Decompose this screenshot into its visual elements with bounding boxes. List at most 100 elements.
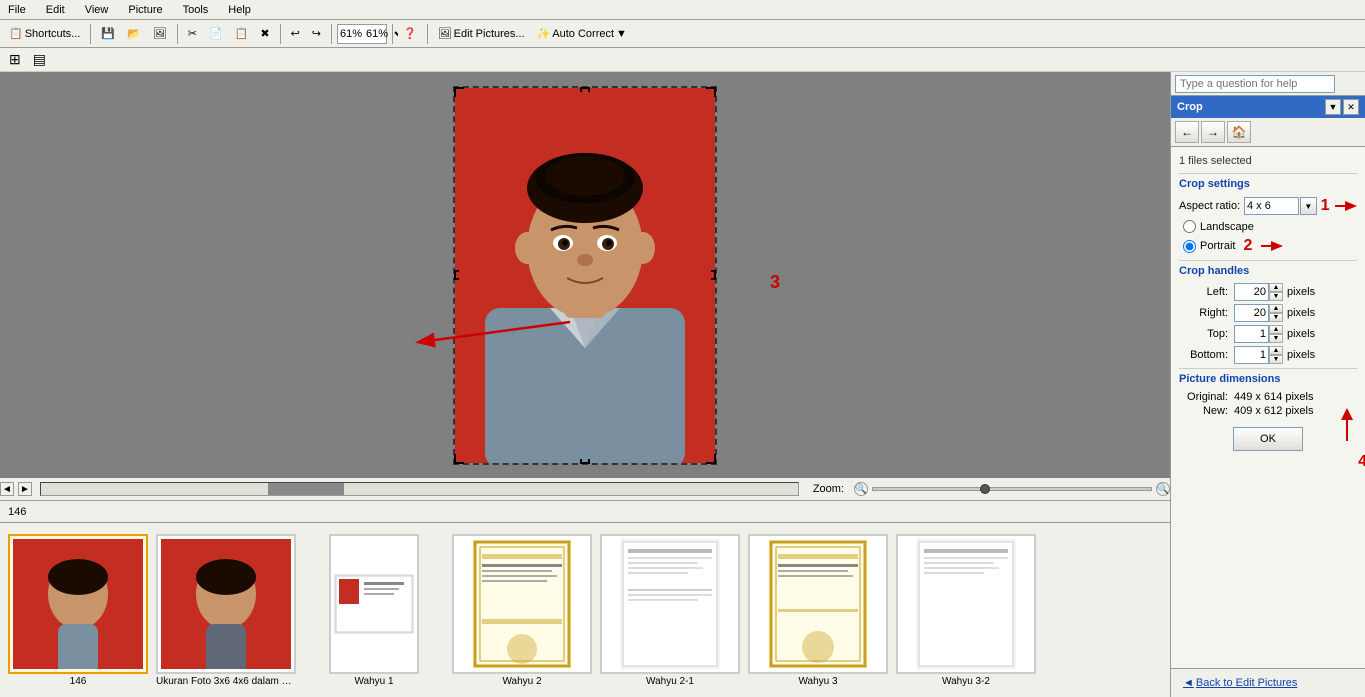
- separator-3: [280, 24, 281, 44]
- zoom-slider[interactable]: [872, 487, 1152, 491]
- top-spin-up[interactable]: ▲: [1269, 325, 1283, 334]
- thumbnail-label-1: Ukuran Foto 3x6 4x6 dalam pixel: [156, 676, 296, 687]
- ok-button[interactable]: OK: [1233, 427, 1303, 451]
- menu-bar: File Edit View Picture Tools Help: [0, 0, 1365, 20]
- menu-view[interactable]: View: [81, 2, 113, 18]
- scroll-nav: ◄ ► Zoom: 🔍 🔍: [0, 478, 1170, 500]
- menu-tools[interactable]: Tools: [179, 2, 213, 18]
- original-dim-row: Original: 449 x 614 pixels: [1179, 391, 1357, 403]
- view-filmstrip-button[interactable]: ▤: [28, 48, 51, 71]
- thumbnail-item-4[interactable]: Wahyu 2-1: [600, 534, 740, 687]
- crop-handle-left[interactable]: [454, 270, 459, 280]
- crop-handle-right[interactable]: [711, 270, 716, 280]
- redo-button[interactable]: ↪: [307, 24, 326, 43]
- right-input[interactable]: 20: [1234, 304, 1269, 322]
- zoom-out-button[interactable]: 🔍: [854, 482, 868, 496]
- thumbnail-wrap-6: [896, 534, 1036, 674]
- help-input[interactable]: [1175, 75, 1335, 93]
- zoom-text: Zoom:: [813, 483, 844, 495]
- right-pixels-label: pixels: [1287, 307, 1315, 319]
- thumb-svg-4: [620, 539, 720, 669]
- portrait-row: Portrait 2: [1183, 236, 1357, 256]
- back-to-edit-link[interactable]: ◄ Back to Edit Pictures: [1175, 673, 1361, 693]
- right-spinbox-btns: ▲ ▼: [1269, 304, 1283, 322]
- top-input[interactable]: 1: [1234, 325, 1269, 343]
- menu-edit[interactable]: Edit: [42, 2, 69, 18]
- shortcuts-button[interactable]: 📋 Shortcuts...: [4, 24, 85, 43]
- portrait-label[interactable]: Portrait: [1200, 240, 1235, 252]
- portrait-radio[interactable]: [1183, 240, 1196, 253]
- thumbnail-item-2[interactable]: Wahyu 1: [304, 534, 444, 687]
- undo-button[interactable]: ↩: [286, 24, 305, 43]
- panel-nav-back-button[interactable]: ←: [1175, 121, 1199, 143]
- help-icon: ❓: [403, 27, 417, 40]
- right-spin-down[interactable]: ▼: [1269, 313, 1283, 322]
- auto-correct-button[interactable]: ✨ Auto Correct ▼: [532, 24, 632, 43]
- bottom-spin-up[interactable]: ▲: [1269, 346, 1283, 355]
- right-spin-up[interactable]: ▲: [1269, 304, 1283, 313]
- thumbnail-label-5: Wahyu 3: [798, 676, 837, 687]
- thumbnail-item-0[interactable]: 146: [8, 534, 148, 687]
- panel-nav-home-button[interactable]: 🏠: [1227, 121, 1251, 143]
- edit-pictures-icon: 🖼: [438, 27, 452, 40]
- panel-dropdown-button[interactable]: ▼: [1325, 99, 1341, 115]
- files-selected: 1 files selected: [1179, 155, 1357, 167]
- crop-handle-br[interactable]: [706, 454, 716, 464]
- menu-help[interactable]: Help: [224, 2, 255, 18]
- copy-button[interactable]: 📄: [204, 24, 228, 43]
- bottom-input[interactable]: 1: [1234, 346, 1269, 364]
- thumbnail-item-1[interactable]: Ukuran Foto 3x6 4x6 dalam pixel: [156, 534, 296, 687]
- thumbnail-item-5[interactable]: Wahyu 3: [748, 534, 888, 687]
- bottom-spin-down[interactable]: ▼: [1269, 355, 1283, 364]
- crop-handle-bl[interactable]: [454, 454, 464, 464]
- save-button[interactable]: 💾: [96, 24, 120, 43]
- crop-handle-tr[interactable]: [706, 87, 716, 97]
- thumbnail-label-0: 146: [70, 676, 87, 687]
- divider-2: [1179, 260, 1357, 261]
- annotation-4: 4: [1358, 453, 1365, 471]
- thumbnail-label-3: Wahyu 2: [502, 676, 541, 687]
- getphotos-button[interactable]: 🖼: [148, 24, 172, 43]
- bottom-pixels-label: pixels: [1287, 349, 1315, 361]
- top-spin-down[interactable]: ▼: [1269, 334, 1283, 343]
- top-pixels-label: pixels: [1287, 328, 1315, 340]
- canvas-content: 3: [0, 72, 1170, 478]
- divider-3: [1179, 368, 1357, 369]
- crop-handle-tl[interactable]: [454, 87, 464, 97]
- original-label: Original:: [1179, 391, 1234, 403]
- scroll-right-button[interactable]: ►: [18, 482, 32, 496]
- help-button[interactable]: ❓: [398, 24, 422, 43]
- redo-icon: ↪: [312, 27, 321, 40]
- new-label: New:: [1179, 405, 1234, 417]
- separator-4: [331, 24, 332, 44]
- paste-button[interactable]: 📋: [230, 24, 254, 43]
- getphotos-icon: 🖼: [153, 27, 167, 40]
- aspect-ratio-input[interactable]: [1244, 197, 1299, 215]
- thumb-svg-3: [472, 539, 572, 669]
- panel-close-button[interactable]: ✕: [1343, 99, 1359, 115]
- crop-handle-top[interactable]: [580, 87, 590, 92]
- left-input[interactable]: 20: [1234, 283, 1269, 301]
- annotation-3: 3: [770, 272, 780, 293]
- left-spin-up[interactable]: ▲: [1269, 283, 1283, 292]
- thumbnail-item-6[interactable]: Wahyu 3-2: [896, 534, 1036, 687]
- view-thumbs-button[interactable]: ⊞: [4, 48, 26, 71]
- thumbnail-wrap-0: [8, 534, 148, 674]
- landscape-label[interactable]: Landscape: [1200, 221, 1254, 233]
- menu-picture[interactable]: Picture: [124, 2, 166, 18]
- open-button[interactable]: 📂: [122, 24, 146, 43]
- crop-handle-bottom[interactable]: [580, 459, 590, 464]
- thumbnail-item-3[interactable]: Wahyu 2: [452, 534, 592, 687]
- left-spin-down[interactable]: ▼: [1269, 292, 1283, 301]
- landscape-radio[interactable]: [1183, 220, 1196, 233]
- delete-button[interactable]: ✖: [255, 24, 274, 43]
- menu-file[interactable]: File: [4, 2, 30, 18]
- aspect-ratio-dropdown-button[interactable]: ▼: [1300, 197, 1317, 215]
- scroll-left-button[interactable]: ◄: [0, 482, 14, 496]
- zoom-in-button[interactable]: 🔍: [1156, 482, 1170, 496]
- edit-pictures-button[interactable]: 🖼 Edit Pictures...: [433, 24, 530, 43]
- panel-nav-forward-button[interactable]: →: [1201, 121, 1225, 143]
- crop-settings-title: Crop settings: [1179, 178, 1357, 190]
- cut-button[interactable]: ✂: [183, 24, 202, 43]
- original-value: 449 x 614 pixels: [1234, 391, 1314, 403]
